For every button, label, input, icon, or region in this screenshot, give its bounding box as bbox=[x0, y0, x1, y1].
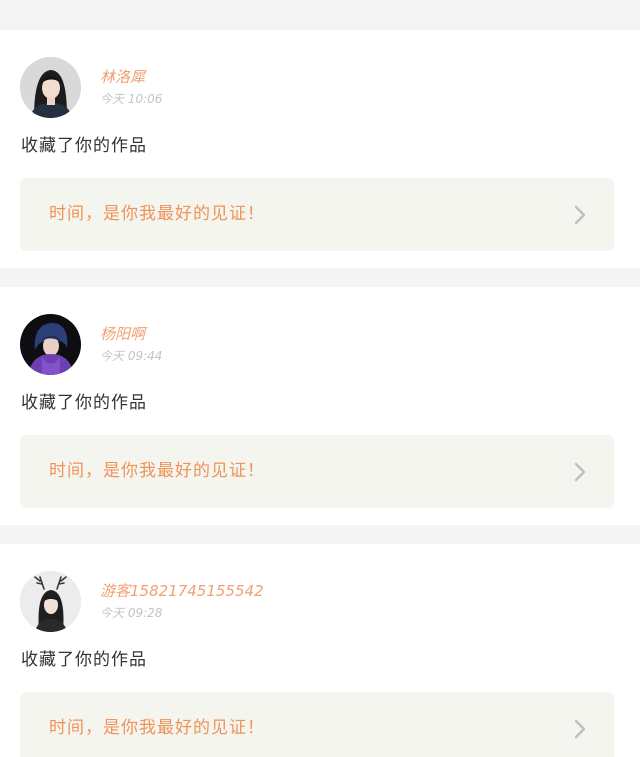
timestamp: 今天 09:44 bbox=[100, 349, 163, 363]
user-avatar[interactable] bbox=[20, 57, 81, 118]
notification-card: 杨阳啊 今天 09:44 收藏了你的作品 时间，是你我最好的见证！ bbox=[0, 287, 640, 525]
username[interactable]: 林洛犀 bbox=[100, 68, 145, 86]
chevron-right-icon bbox=[573, 205, 587, 225]
work-title: 时间，是你我最好的见证！ bbox=[49, 204, 265, 224]
notification-card: 林洛犀 今天 10:06 收藏了你的作品 时间，是你我最好的见证！ bbox=[0, 30, 640, 268]
work-title: 时间，是你我最好的见证！ bbox=[49, 461, 265, 481]
work-link[interactable]: 时间，是你我最好的见证！ bbox=[20, 692, 614, 757]
action-text: 收藏了你的作品 bbox=[21, 136, 147, 156]
user-avatar[interactable] bbox=[20, 314, 81, 375]
notification-card: 游客15821745155542 今天 09:28 收藏了你的作品 时间，是你我… bbox=[0, 544, 640, 757]
username[interactable]: 杨阳啊 bbox=[100, 325, 145, 343]
work-link[interactable]: 时间，是你我最好的见证！ bbox=[20, 435, 614, 508]
user-photo-icon bbox=[20, 314, 81, 375]
user-photo-icon bbox=[20, 57, 81, 118]
action-text: 收藏了你的作品 bbox=[21, 393, 147, 413]
user-avatar[interactable] bbox=[20, 571, 81, 632]
notification-feed: 林洛犀 今天 10:06 收藏了你的作品 时间，是你我最好的见证！ 杨阳啊 今天… bbox=[0, 0, 640, 757]
user-photo-icon bbox=[20, 571, 81, 632]
action-text: 收藏了你的作品 bbox=[21, 650, 147, 670]
username[interactable]: 游客15821745155542 bbox=[100, 582, 264, 600]
timestamp: 今天 10:06 bbox=[100, 92, 163, 106]
chevron-right-icon bbox=[573, 719, 587, 739]
work-link[interactable]: 时间，是你我最好的见证！ bbox=[20, 178, 614, 251]
timestamp: 今天 09:28 bbox=[100, 606, 163, 620]
work-title: 时间，是你我最好的见证！ bbox=[49, 718, 265, 738]
chevron-right-icon bbox=[573, 462, 587, 482]
